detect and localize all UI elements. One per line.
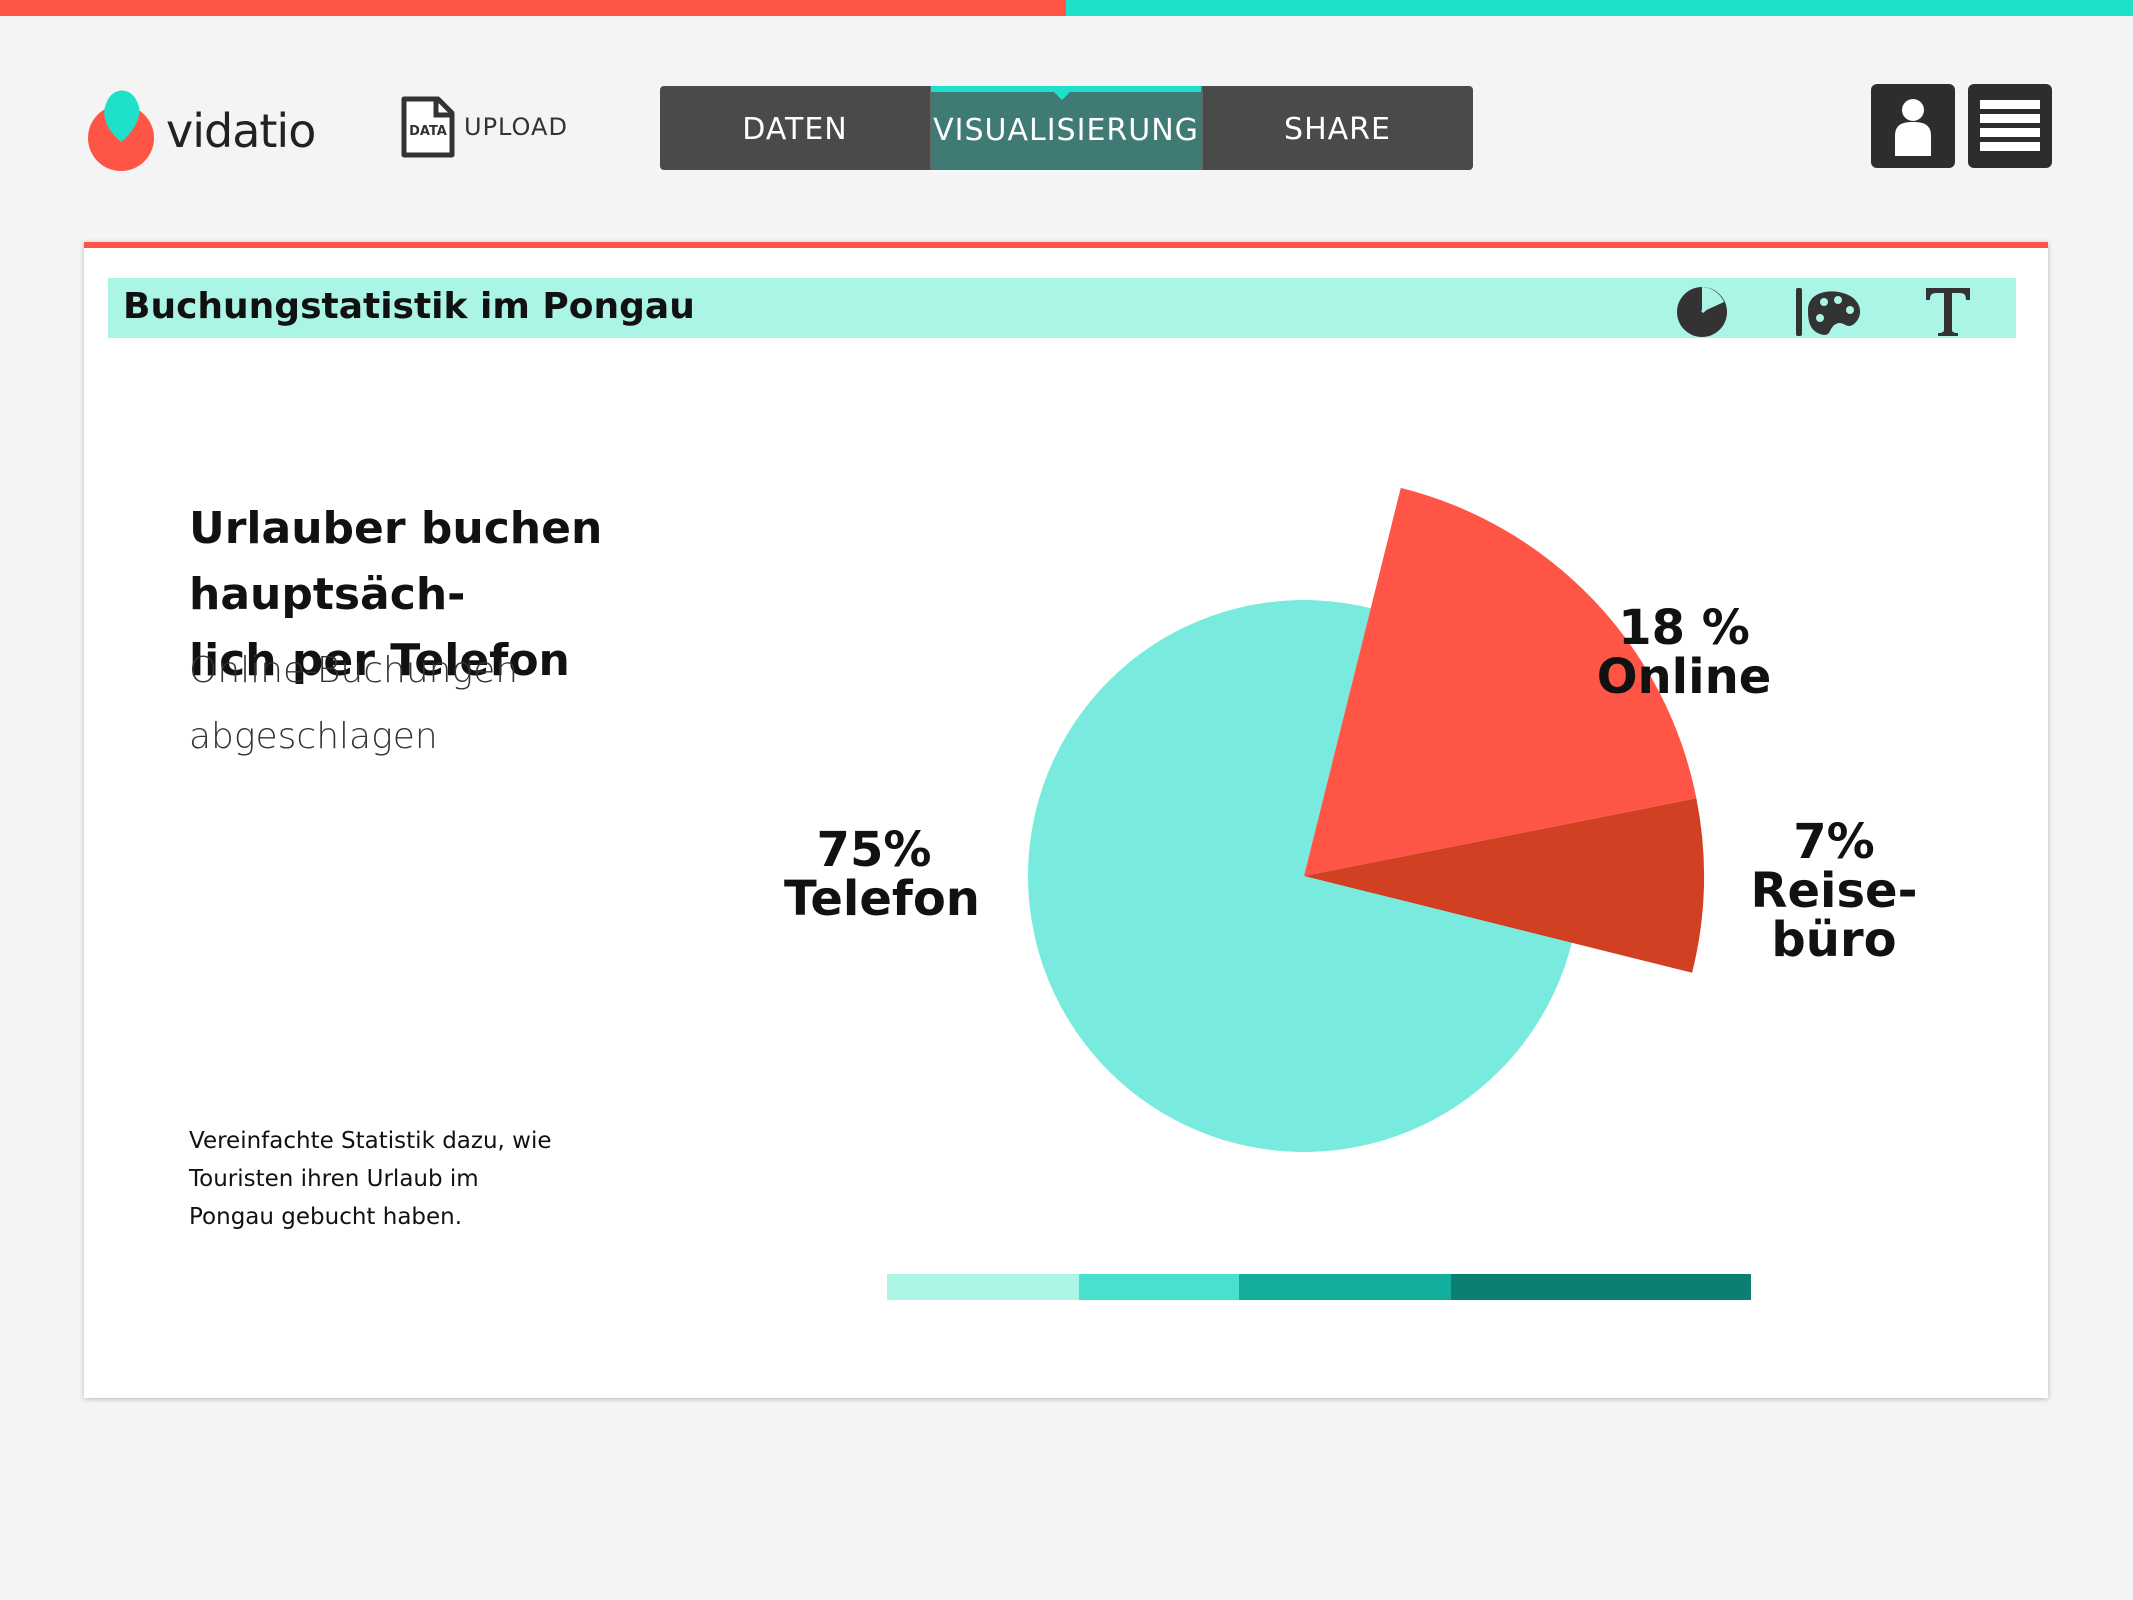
tab-visualisierung[interactable]: VISUALISIERUNG (931, 86, 1201, 170)
top-accent-right (1066, 0, 2133, 16)
label-online-name: Online (1596, 649, 1772, 705)
label-telefon-pct: 75% (816, 822, 932, 878)
vidatio-logo[interactable]: vidatio (86, 82, 316, 172)
data-file-icon-text: DATA (409, 124, 447, 139)
vidatio-logo-icon (88, 90, 154, 171)
color-scale-step (1451, 1274, 1751, 1300)
tab-daten[interactable]: DATEN (660, 86, 930, 170)
label-telefon-name: Telefon (784, 871, 980, 927)
user-icon (1895, 99, 1931, 156)
logo-text: vidatio (166, 104, 316, 158)
data-file-icon: DATA (401, 96, 455, 158)
label-reisebuero-name-2: büro (1771, 912, 1897, 968)
label-telefon: 75% Telefon (784, 822, 980, 927)
menu-button[interactable] (1968, 84, 2052, 168)
label-online: 18 % Online (1584, 604, 1784, 702)
main-tabs: DATEN VISUALISIERUNG SHARE (660, 86, 1473, 170)
tab-visualisierung-label: VISUALISIERUNG (933, 113, 1199, 148)
label-reisebuero-pct: 7% (1793, 814, 1875, 870)
color-scale-step (1079, 1274, 1239, 1300)
top-accent-bar (0, 0, 2133, 16)
label-online-pct: 18 % (1618, 600, 1750, 656)
visualization-panel: Buchungstatistik im Pongau Urlauber buch… (84, 242, 2048, 1398)
menu-icon (1980, 100, 2040, 151)
top-accent-left (0, 0, 1066, 16)
user-button[interactable] (1871, 84, 1955, 168)
label-reisebuero: 7% Reise- büro (1744, 818, 1924, 965)
upload-label: UPLOAD (464, 113, 568, 141)
color-scale-step (887, 1274, 1079, 1300)
active-tab-indicator (1054, 92, 1070, 100)
color-scale-step (1239, 1274, 1451, 1300)
tab-share[interactable]: SHARE (1202, 86, 1473, 170)
label-reisebuero-name-1: Reise- (1750, 863, 1918, 919)
